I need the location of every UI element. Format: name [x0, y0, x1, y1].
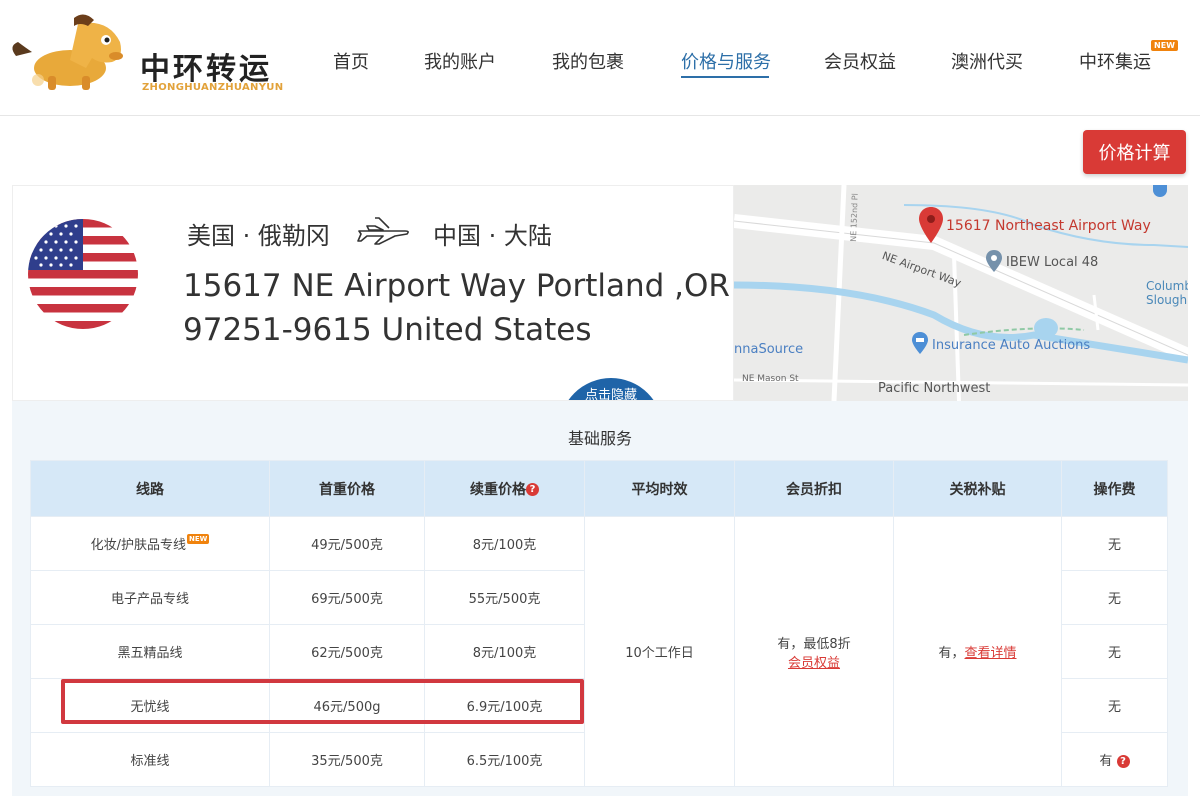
- first-price-cell: 62元/500克: [269, 624, 425, 679]
- airplane-icon: [357, 217, 409, 245]
- tariff-text: 有，: [938, 646, 965, 661]
- fee-cell: 无: [1061, 570, 1168, 625]
- col-first-weight: 首重价格: [269, 460, 425, 517]
- col-continued-label: 续重价格: [470, 481, 526, 498]
- fee-cell: 有 ?: [1061, 732, 1168, 787]
- brand-logo[interactable]: 中环转运 ZHONGHUANZHUANYUN: [8, 12, 298, 93]
- tariff-cell: 有，查看详情: [893, 516, 1062, 787]
- fee-cell: 无: [1061, 516, 1168, 571]
- route-cell: 电子产品专线: [30, 570, 270, 625]
- discount-cell: 有，最低8折 会员权益: [734, 516, 894, 787]
- view-details-link[interactable]: 查看详情: [965, 646, 1017, 661]
- col-tariff-subsidy: 关税补贴: [893, 460, 1062, 517]
- fee-value: 有: [1099, 754, 1113, 769]
- nav-my-account[interactable]: 我的账户: [424, 48, 496, 74]
- cont-price-cell: 8元/100克: [424, 624, 585, 679]
- new-tag: NEW: [187, 534, 210, 544]
- services-title: 基础服务: [567, 429, 632, 448]
- route-name: 化妆/护肤品专线: [90, 538, 186, 553]
- nav-active-underline: [681, 76, 769, 78]
- first-price-cell: 35元/500克: [269, 732, 425, 787]
- nav-my-packages[interactable]: 我的包裹: [552, 48, 624, 74]
- col-continued-weight: 续重价格?: [424, 460, 585, 517]
- table-header-row: 线路 首重价格 续重价格? 平均时效 会员折扣 关税补贴 操作费: [30, 460, 1168, 517]
- table-row: 化妆/护肤品专线 NEW 49元/500克 8元/100克 10个工作日 有，最低…: [30, 516, 1168, 787]
- first-price-cell: 69元/500克: [269, 570, 425, 625]
- nav-pricing-services[interactable]: 价格与服务: [681, 48, 771, 74]
- brand-name-en: ZHONGHUANZHUANYUN: [142, 82, 284, 93]
- route-cell: 化妆/护肤品专线 NEW: [30, 516, 270, 571]
- address-line-1: 15617 NE Airport Way Portland ,OR: [183, 268, 730, 304]
- horse-mascot-icon: [12, 14, 123, 90]
- cont-price-cell: 6.5元/100克: [424, 732, 585, 787]
- site-header: 中环转运 ZHONGHUANZHUANYUN 首页 我的账户 我的包裹 价格与服…: [0, 0, 1200, 116]
- route-destination: 中国 · 大陆: [433, 222, 552, 250]
- map-pnw-label: Pacific Northwest: [878, 381, 991, 396]
- map-mason-label: NE Mason St: [742, 374, 799, 384]
- cont-price-cell: 8元/100克: [424, 516, 585, 571]
- map-source-label: nnaSource: [734, 342, 804, 357]
- col-route: 线路: [30, 460, 270, 517]
- route-cell: 黑五精品线: [30, 624, 270, 679]
- highlight-annotation: [61, 679, 584, 724]
- nav-home[interactable]: 首页: [333, 48, 369, 74]
- us-flag-icon: [28, 219, 138, 329]
- route-cell: 标准线: [30, 732, 270, 787]
- fee-cell: 无: [1061, 678, 1168, 733]
- col-avg-time: 平均时效: [584, 460, 735, 517]
- warehouse-address-card: 美国 · 俄勒冈 中国 · 大陆 15617 NE Airport Way Po…: [12, 185, 734, 401]
- help-icon[interactable]: ?: [526, 483, 539, 496]
- discount-text: 有，最低8折: [777, 636, 851, 652]
- fee-cell: 无: [1061, 624, 1168, 679]
- nav-australia-purchase[interactable]: 澳洲代买: [951, 48, 1023, 74]
- map-insurance-label: Insurance Auto Auctions: [932, 338, 1091, 353]
- map-ibew-label: IBEW Local 48: [1006, 255, 1099, 270]
- cont-price-cell: 55元/500克: [424, 570, 585, 625]
- map-street-label: NE 152nd Pl: [848, 193, 860, 242]
- map-car-poi-icon: [912, 332, 928, 354]
- first-price-cell: 49元/500克: [269, 516, 425, 571]
- route-origin: 美国 · 俄勒冈: [187, 222, 330, 250]
- location-pin-icon: [919, 207, 943, 243]
- nav-member-benefits[interactable]: 会员权益: [824, 48, 896, 74]
- col-member-discount: 会员折扣: [734, 460, 894, 517]
- basic-services-panel: 基础服务 线路 首重价格 续重价格? 平均时效 会员折扣 关税补贴 操作费 化妆…: [12, 401, 1188, 796]
- map-poi-icon: [986, 250, 1002, 272]
- nav-consolidation[interactable]: 中环集运: [1079, 48, 1151, 74]
- price-calculator-button[interactable]: 价格计算: [1083, 130, 1186, 174]
- map-columbia-label: Columb Slough: [1146, 279, 1188, 307]
- map-pin-label: 15617 Northeast Airport Way: [946, 218, 1151, 234]
- col-handling-fee: 操作费: [1061, 460, 1168, 517]
- member-benefits-link[interactable]: 会员权益: [735, 652, 893, 671]
- pricing-table: 线路 首重价格 续重价格? 平均时效 会员折扣 关税补贴 操作费 化妆/护肤品专…: [30, 460, 1168, 787]
- nav-new-badge: NEW: [1151, 40, 1178, 51]
- help-icon[interactable]: ?: [1116, 755, 1130, 768]
- avg-time-cell: 10个工作日: [584, 516, 735, 787]
- location-map[interactable]: 15617 Northeast Airport Way NE Airport W…: [734, 185, 1188, 401]
- hide-address-button[interactable]: 点击隐藏: [559, 378, 663, 400]
- address-line-2: 97251-9615 United States: [183, 312, 592, 348]
